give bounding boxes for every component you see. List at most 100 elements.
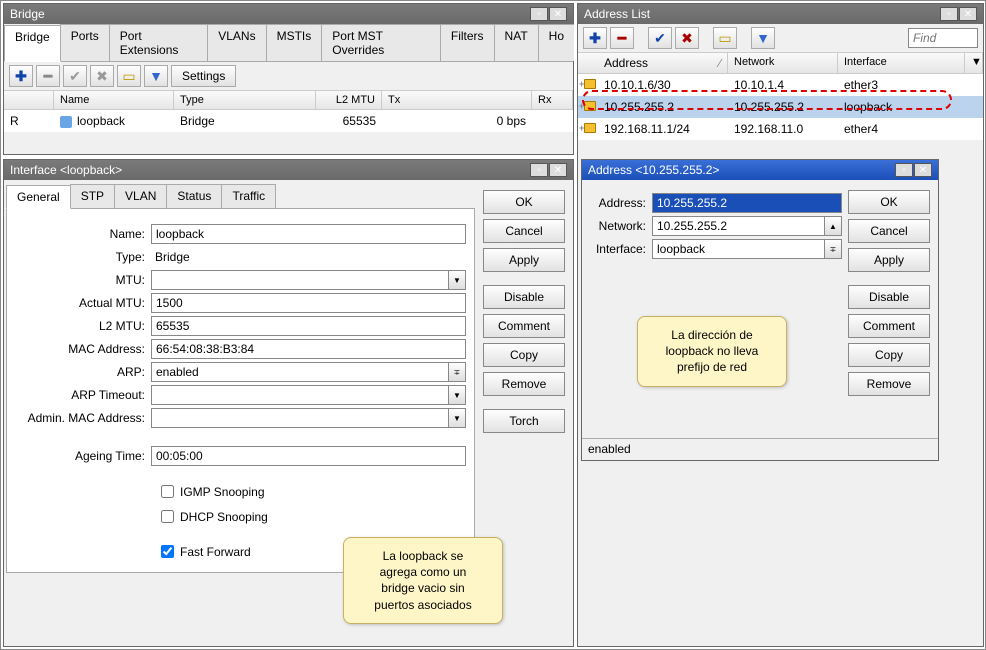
enable-button[interactable]: ✔ (648, 27, 672, 49)
address-label: Address: (588, 196, 652, 210)
addr-title: Address <10.255.255.2> (588, 163, 719, 177)
col-more[interactable]: ▼ (965, 53, 983, 73)
tab-nat[interactable]: NAT (494, 24, 539, 61)
arp-input[interactable] (151, 362, 448, 382)
col-l2mtu[interactable]: L2 MTU (316, 91, 382, 109)
minimize-icon[interactable]: ▫ (530, 163, 548, 177)
add-button[interactable]: ✚ (9, 65, 33, 87)
dropdown-icon[interactable]: ▼ (448, 408, 466, 428)
filter-button[interactable]: ▼ (751, 27, 775, 49)
fastforward-checkbox[interactable] (161, 545, 174, 558)
add-button[interactable]: ✚ (583, 27, 607, 49)
dropdown-icon[interactable]: ∓ (824, 239, 842, 259)
tab-vlan[interactable]: VLAN (114, 184, 167, 208)
row-rx (532, 112, 573, 130)
tab-port-mst[interactable]: Port MST Overrides (321, 24, 441, 61)
col-name[interactable]: Name (54, 91, 174, 109)
dropdown-icon[interactable]: ▼ (448, 270, 466, 290)
col-network[interactable]: Network (728, 53, 838, 73)
tab-port-extensions[interactable]: Port Extensions (109, 24, 209, 61)
settings-button[interactable]: Settings (171, 65, 236, 87)
comment-button[interactable]: Comment (483, 314, 565, 338)
interface-title: Interface <loopback> (10, 163, 122, 177)
minimize-icon[interactable]: ▫ (895, 163, 913, 177)
table-row-selected[interactable]: 10.255.255.2 10.255.255.2 loopback (578, 96, 983, 118)
disable-button[interactable]: ✖ (675, 27, 699, 49)
admin-mac-input[interactable] (151, 408, 448, 428)
col-interface[interactable]: Interface (838, 53, 965, 73)
close-icon[interactable]: ✕ (959, 7, 977, 21)
up-icon[interactable]: ▲ (824, 216, 842, 236)
remove-button[interactable]: Remove (483, 372, 565, 396)
interface-input[interactable] (652, 239, 824, 259)
name-input[interactable] (151, 224, 466, 244)
col-tx[interactable]: Tx (382, 91, 532, 109)
addr-button-col: OK Cancel Apply Disable Comment Copy Rem… (848, 180, 938, 438)
addrlist-toolbar: ✚ ━ ✔ ✖ ▭ ▼ (578, 24, 983, 53)
col-address[interactable]: Address∕ (598, 53, 728, 73)
table-row[interactable]: 10.10.1.6/30 10.10.1.4 ether3 (578, 74, 983, 96)
row-flag: R (4, 112, 54, 130)
disable-button[interactable]: ✖ (90, 65, 114, 87)
dropdown-icon[interactable]: ▼ (448, 385, 466, 405)
tab-bridge[interactable]: Bridge (4, 25, 61, 62)
address-input[interactable] (652, 193, 842, 213)
mac-input[interactable] (151, 339, 466, 359)
tab-stp[interactable]: STP (70, 184, 115, 208)
interface-button-col: OK Cancel Apply Disable Comment Copy Rem… (483, 180, 573, 573)
disable-button[interactable]: Disable (483, 285, 565, 309)
minimize-icon[interactable]: ▫ (530, 7, 548, 21)
torch-button[interactable]: Torch (483, 409, 565, 433)
ok-button[interactable]: OK (483, 190, 565, 214)
network-label: Network: (588, 219, 652, 233)
copy-button[interactable]: Copy (483, 343, 565, 367)
remove-button[interactable]: ━ (610, 27, 634, 49)
enable-button[interactable]: ✔ (63, 65, 87, 87)
col-type[interactable]: Type (174, 91, 316, 109)
dropdown-icon[interactable]: ∓ (448, 362, 466, 382)
row-name: loopback (54, 112, 174, 130)
comment-button[interactable]: ▭ (713, 27, 737, 49)
apply-button[interactable]: Apply (483, 248, 565, 272)
disable-button[interactable]: Disable (848, 285, 930, 309)
comment-button[interactable]: ▭ (117, 65, 141, 87)
network-input[interactable] (652, 216, 824, 236)
minimize-icon[interactable]: ▫ (940, 7, 958, 21)
tab-vlans[interactable]: VLANs (207, 24, 266, 61)
arp-timeout-input[interactable] (151, 385, 448, 405)
mac-label: MAC Address: (11, 342, 151, 356)
l2mtu-input[interactable] (151, 316, 466, 336)
close-icon[interactable]: ✕ (914, 163, 932, 177)
table-row[interactable]: 192.168.11.1/24 192.168.11.0 ether4 (578, 118, 983, 140)
actual-mtu-input[interactable] (151, 293, 466, 313)
filter-button[interactable]: ▼ (144, 65, 168, 87)
tab-ho[interactable]: Ho (538, 24, 574, 61)
cancel-button[interactable]: Cancel (483, 219, 565, 243)
comment-button[interactable]: Comment (848, 314, 930, 338)
tab-traffic[interactable]: Traffic (221, 184, 276, 208)
ok-button[interactable]: OK (848, 190, 930, 214)
find-input[interactable] (908, 28, 978, 48)
col-flag[interactable] (4, 91, 54, 109)
tab-status[interactable]: Status (166, 184, 222, 208)
mtu-input[interactable] (151, 270, 448, 290)
ageing-input[interactable] (151, 446, 466, 466)
cancel-button[interactable]: Cancel (848, 219, 930, 243)
copy-button[interactable]: Copy (848, 343, 930, 367)
igmp-checkbox[interactable] (161, 485, 174, 498)
remove-button[interactable]: Remove (848, 372, 930, 396)
table-row[interactable]: R loopback Bridge 65535 0 bps (4, 110, 573, 132)
close-icon[interactable]: ✕ (549, 163, 567, 177)
tab-mstis[interactable]: MSTIs (266, 24, 323, 61)
status-bar: enabled (582, 438, 938, 459)
dhcp-checkbox[interactable] (161, 510, 174, 523)
close-icon[interactable]: ✕ (549, 7, 567, 21)
tab-general[interactable]: General (6, 185, 71, 209)
tab-filters[interactable]: Filters (440, 24, 495, 61)
ageing-label: Ageing Time: (11, 449, 151, 463)
remove-button[interactable]: ━ (36, 65, 60, 87)
bridge-titlebar: Bridge ▫ ✕ (4, 4, 573, 24)
apply-button[interactable]: Apply (848, 248, 930, 272)
col-rx[interactable]: Rx (532, 91, 573, 109)
tab-ports[interactable]: Ports (60, 24, 110, 61)
